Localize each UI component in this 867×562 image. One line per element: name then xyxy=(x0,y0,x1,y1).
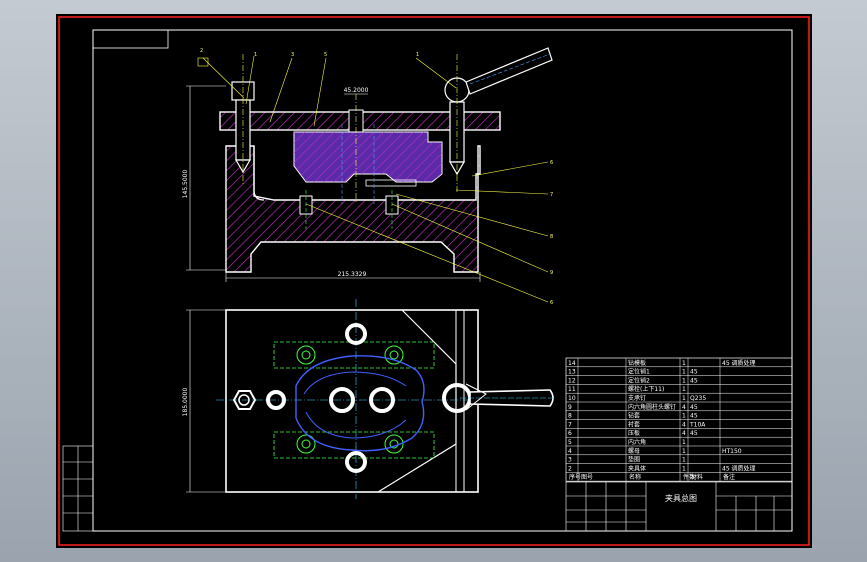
parts-cell-name: 支承钉 xyxy=(628,394,646,402)
parts-cell-no: 12 xyxy=(568,377,576,384)
balloon-1b: 1 xyxy=(416,52,419,58)
parts-cell-qty: 1 xyxy=(682,369,686,376)
parts-cell-qty: 1 xyxy=(682,360,686,367)
parts-cell-no: 7 xyxy=(568,421,572,428)
parts-cell-name: 定位销2 xyxy=(628,376,650,384)
parts-header-cell: 名称 xyxy=(629,473,641,481)
dim-plan-height: 185.0000 xyxy=(182,388,189,417)
parts-cell-no: 9 xyxy=(568,404,572,411)
parts-cell-name: 钻套 xyxy=(628,412,640,420)
parts-cell-no: 5 xyxy=(568,439,572,446)
parts-cell-name: 钻模板 xyxy=(628,359,646,367)
parts-cell-no: 14 xyxy=(568,360,576,367)
revision-strip xyxy=(62,445,94,532)
balloon-9: 9 xyxy=(550,270,553,276)
parts-cell-name: 压板 xyxy=(628,429,640,437)
parts-cell-no: 6 xyxy=(568,430,572,437)
parts-cell-no: 2 xyxy=(568,465,572,472)
parts-cell-no: 4 xyxy=(568,448,572,455)
parts-cell-name: 夹具体 xyxy=(628,464,646,472)
balloon-3: 3 xyxy=(291,52,294,58)
title-drawing-name: 夹具总图 xyxy=(665,493,697,503)
parts-cell-mat: 45 xyxy=(690,404,698,411)
parts-cell-name: 内六角 xyxy=(628,438,646,446)
plan-view: 185.0000 xyxy=(182,299,554,499)
plan-workpiece xyxy=(295,355,425,452)
parts-cell-name: 螺栓(上下11) xyxy=(628,385,664,393)
balloon-6: 6 xyxy=(550,160,553,166)
parts-cell-mat: 45 xyxy=(690,369,698,376)
parts-cell-no: 3 xyxy=(568,457,572,464)
parts-cell-qty: 1 xyxy=(682,448,686,455)
parts-cell-name: 内六角圆柱头螺钉 xyxy=(628,403,676,411)
parts-header-cell: 备注 xyxy=(723,473,735,481)
parts-cell-mat: 45 xyxy=(690,430,698,437)
parts-cell-qty: 1 xyxy=(682,457,686,464)
parts-cell-mat: 45 xyxy=(690,377,698,384)
parts-cell-qty: 1 xyxy=(682,413,686,420)
parts-cell-qty: 1 xyxy=(682,386,686,393)
parts-cell-mat: Q235 xyxy=(690,395,706,402)
drawing-code-box xyxy=(92,29,169,49)
balloon-2: 2 xyxy=(200,48,203,54)
parts-header-cell: 序号 xyxy=(569,473,581,481)
parts-cell-name: 垫圈 xyxy=(628,456,640,464)
parts-cell-qty: 4 xyxy=(682,430,686,437)
front-section-view: 145.5000 215.3329 45.2000 2 1 3 5 1 6 7 … xyxy=(182,47,553,306)
parts-cell-qty: 1 xyxy=(682,439,686,446)
inner-border xyxy=(92,29,793,532)
balloon-7: 7 xyxy=(550,192,553,198)
parts-header-cell: 材料 xyxy=(691,473,703,481)
dim-top-width: 215.3329 xyxy=(338,271,367,278)
cad-drawing: 145.5000 215.3329 45.2000 2 1 3 5 1 6 7 … xyxy=(58,16,810,546)
clamp-handle xyxy=(465,47,553,95)
parts-cell-qty: 1 xyxy=(682,395,686,402)
balloon-8: 8 xyxy=(550,234,553,240)
parts-cell-no: 11 xyxy=(568,386,576,393)
parts-cell-qty: 4 xyxy=(682,421,686,428)
dim-top-height: 145.5000 xyxy=(182,170,189,199)
balloon-1a: 1 xyxy=(254,52,257,58)
parts-cell-no: 10 xyxy=(568,395,576,402)
dim-top-center: 45.2000 xyxy=(344,87,369,94)
parts-cell-note: HT150 xyxy=(722,448,742,455)
parts-cell-qty: 1 xyxy=(682,377,686,384)
parts-cell-name: 螺母 xyxy=(628,447,640,455)
parts-cell-qty: 4 xyxy=(682,404,686,411)
balloon-5: 5 xyxy=(324,52,327,58)
parts-header-cell: 图号 xyxy=(581,474,593,481)
parts-list: 14 钻模板 1 45 调质处理13 定位销1 1 4512 定位销2 1 4511 螺栓(上下11… xyxy=(565,357,793,482)
balloon-6b: 6 xyxy=(550,300,553,306)
parts-cell-qty: 1 xyxy=(682,465,686,472)
outer-frame xyxy=(58,16,810,546)
parts-cell-no: 8 xyxy=(568,413,572,420)
parts-cell-mat: T10A xyxy=(689,421,706,428)
title-block xyxy=(565,481,793,532)
parts-cell-no: 13 xyxy=(568,369,576,376)
parts-cell-mat: 45 xyxy=(690,413,698,420)
parts-cell-name: 定位销1 xyxy=(628,368,650,376)
parts-cell-note: 45 调质处理 xyxy=(722,359,756,367)
drawing-sheet: 145.5000 215.3329 45.2000 2 1 3 5 1 6 7 … xyxy=(56,14,812,548)
parts-cell-name: 衬套 xyxy=(628,420,640,428)
parts-cell-note: 45 调质处理 xyxy=(722,464,756,472)
